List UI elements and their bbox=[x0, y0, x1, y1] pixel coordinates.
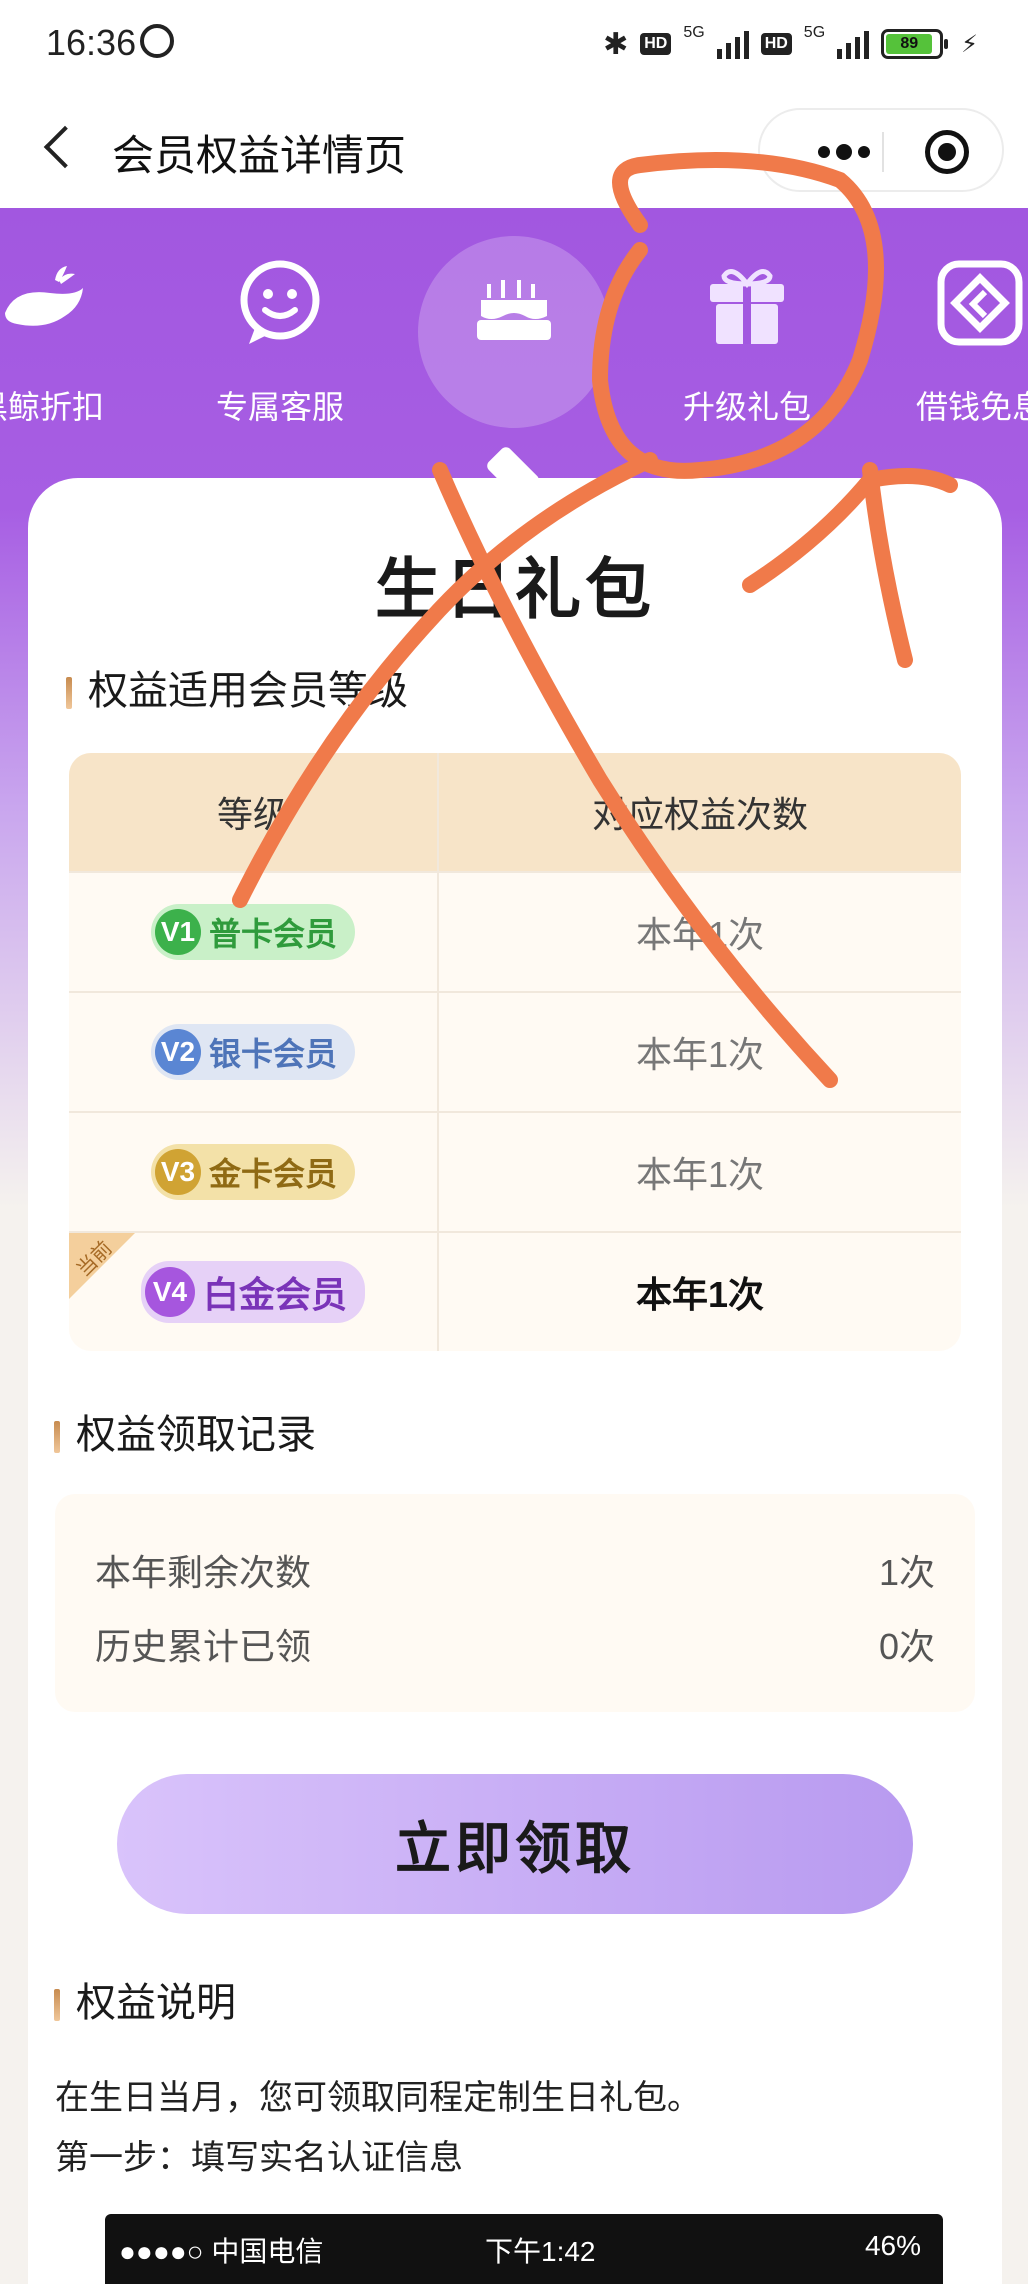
count-cell: 本年1次 bbox=[635, 914, 765, 955]
heading-accent bbox=[54, 1421, 60, 1454]
alarm-icon bbox=[140, 24, 174, 58]
level-cell: V1 普卡会员 bbox=[69, 873, 439, 991]
close-target-icon[interactable] bbox=[925, 130, 969, 174]
record-row: 历史累计已领 0次 bbox=[95, 1614, 935, 1674]
hd-badge-2: HD bbox=[760, 33, 792, 55]
bluetooth-icon: ✱ bbox=[603, 27, 629, 61]
section-heading-levels: 权益适用会员等级 MEMBER LEVEL bbox=[66, 658, 408, 797]
column-header: 等级 bbox=[69, 753, 439, 871]
level-table: 等级 对应权益次数 V1 普卡会员 本年1次 V2 银卡会员 本年1次 V3 金卡会员… bbox=[69, 753, 961, 1351]
level-cell: V3 金卡会员 bbox=[69, 1113, 439, 1231]
battery-icon: 89 bbox=[881, 29, 949, 59]
description-line: 在生日当月，您可领取同程定制生日礼包。 bbox=[55, 2079, 701, 2117]
level-badge-v4: V4 白金会员 bbox=[140, 1261, 365, 1323]
more-icon[interactable] bbox=[794, 140, 894, 164]
benefit-item-birthday[interactable] bbox=[414, 258, 614, 382]
benefit-detail-card: 生日礼包 权益适用会员等级 MEMBER LEVEL 等级 对应权益次数 V1普… bbox=[28, 478, 1002, 2284]
page-title: 会员权益详情页 bbox=[112, 132, 407, 179]
table-row: V3 金卡会员 本年1次 bbox=[69, 1111, 961, 1231]
table-row-current: 当前 V4 白金会员 本年1次 bbox=[69, 1231, 961, 1351]
table-row: V1 普卡会员 本年1次 bbox=[69, 871, 961, 991]
section-title: 权益领取记录 bbox=[76, 1413, 316, 1457]
nav-bar: 会员权益详情页 bbox=[0, 90, 1028, 208]
table-header: 等级 对应权益次数 bbox=[69, 753, 961, 871]
signal-label: 5G bbox=[683, 24, 705, 41]
section-title: 权益说明 bbox=[76, 1981, 236, 2025]
record-value: 1次 bbox=[878, 1552, 935, 1593]
record-value: 0次 bbox=[878, 1626, 935, 1667]
badge-level: V1 bbox=[154, 909, 201, 955]
record-row: 本年剩余次数 1次 bbox=[95, 1540, 935, 1600]
section-title: 权益适用会员等级 bbox=[88, 669, 408, 713]
benefit-label: 专属客服 bbox=[215, 389, 344, 425]
customer-service-icon bbox=[235, 258, 325, 348]
benefit-item-service[interactable]: 专属客服 bbox=[180, 258, 380, 428]
record-label: 历史累计已领 bbox=[95, 1626, 312, 1667]
level-cell: 当前 V4 白金会员 bbox=[69, 1233, 439, 1351]
level-badge-v3: V3 金卡会员 bbox=[150, 1144, 355, 1200]
whale-icon bbox=[0, 258, 85, 348]
embedded-time: 下午1:42 bbox=[485, 2236, 596, 2267]
embedded-battery: 46% bbox=[864, 2230, 921, 2261]
badge-level: V2 bbox=[154, 1029, 201, 1075]
gift-icon bbox=[702, 258, 792, 348]
badge-level: V4 bbox=[144, 1267, 195, 1317]
status-time: 16:36 bbox=[46, 22, 137, 63]
count-cell: 本年1次 bbox=[635, 1154, 765, 1195]
badge-label: 银卡会员 bbox=[208, 1036, 337, 1072]
badge-label: 普卡会员 bbox=[208, 916, 337, 952]
record-label: 本年剩余次数 bbox=[95, 1552, 312, 1593]
benefit-label: 升级礼包 bbox=[682, 389, 811, 425]
benefit-label: 黑鲸折扣 bbox=[0, 389, 104, 425]
embedded-carrier: ●●●●○ 中国电信 bbox=[119, 2236, 324, 2267]
status-icons: ✱ HD 5G HD 5G 89 ⚡ bbox=[603, 24, 978, 64]
benefit-item-interest-free[interactable]: 借钱免息 bbox=[880, 258, 1028, 428]
signal-icon-2 bbox=[837, 29, 870, 59]
signal-icon bbox=[716, 29, 749, 59]
benefit-item-discount[interactable]: 黑鲸折扣 bbox=[0, 258, 140, 428]
benefit-item-upgrade-gift[interactable]: 升级礼包 bbox=[647, 258, 847, 428]
description-line: 第一步：填写实名认证信息 bbox=[55, 2139, 463, 2177]
card-title: 生日礼包 bbox=[375, 552, 655, 626]
battery-level: 89 bbox=[886, 34, 933, 54]
count-cell: 本年1次 bbox=[635, 1274, 765, 1315]
mini-program-capsule bbox=[758, 108, 1004, 192]
benefit-label: 借钱免息 bbox=[915, 389, 1028, 425]
count-cell: 本年1次 bbox=[635, 1034, 765, 1075]
heading-accent bbox=[66, 677, 72, 710]
claim-button[interactable]: 立即领取 bbox=[117, 1774, 913, 1914]
hd-badge: HD bbox=[640, 33, 672, 55]
section-heading-records: 权益领取记录 RECORD bbox=[54, 1402, 318, 1479]
embedded-screenshot: ●●●●○ 中国电信 下午1:42 46% bbox=[105, 2214, 943, 2284]
wallet-icon bbox=[935, 258, 1025, 348]
column-header: 对应权益次数 bbox=[591, 794, 808, 835]
status-bar: 16:36 ✱ HD 5G HD 5G 89 ⚡ bbox=[0, 0, 1028, 90]
badge-label: 白金会员 bbox=[202, 1274, 347, 1315]
charging-icon: ⚡ bbox=[961, 30, 978, 58]
badge-level: V3 bbox=[154, 1149, 201, 1195]
table-row: V2 银卡会员 本年1次 bbox=[69, 991, 961, 1111]
level-badge-v2: V2 银卡会员 bbox=[150, 1024, 355, 1080]
badge-label: 金卡会员 bbox=[208, 1156, 337, 1192]
record-panel: 本年剩余次数 1次 历史累计已领 0次 bbox=[55, 1494, 975, 1712]
level-cell: V2 银卡会员 bbox=[69, 993, 439, 1111]
heading-accent bbox=[54, 1989, 60, 2022]
capsule-divider bbox=[882, 132, 884, 172]
level-badge-v1: V1 普卡会员 bbox=[150, 904, 355, 960]
signal-label-2: 5G bbox=[803, 24, 826, 41]
section-heading-privilege: 权益说明 PRIVILEGE bbox=[54, 1970, 375, 2047]
birthday-cake-icon bbox=[469, 258, 559, 348]
back-icon[interactable] bbox=[40, 126, 76, 172]
